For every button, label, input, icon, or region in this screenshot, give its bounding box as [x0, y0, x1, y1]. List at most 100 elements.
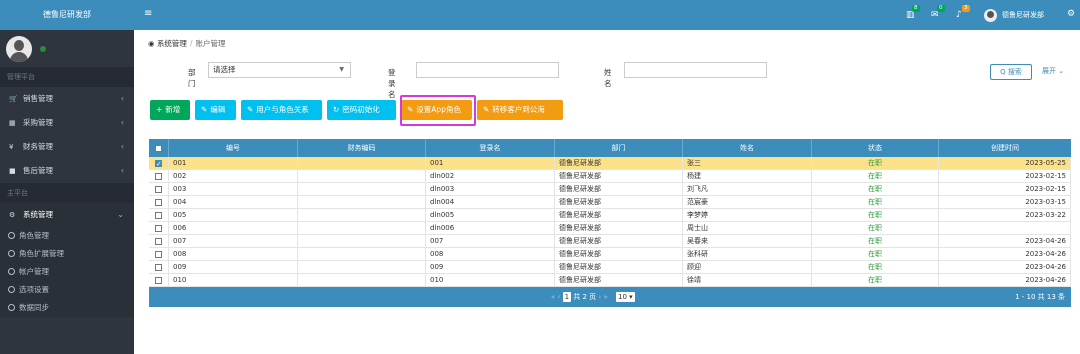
table-cell-login: dln004 — [426, 196, 555, 209]
user-role-button[interactable]: ✎ 用户与角色关系 — [241, 100, 322, 120]
yen-icon: ¥ — [9, 143, 14, 151]
sidebar-item-system[interactable]: ⚙ 系统管理 ⌄ — [0, 203, 134, 227]
sidebar-item-label: 系统管理 — [23, 210, 53, 219]
table-cell-name: 徐靖 — [683, 274, 812, 287]
bell-icon[interactable]: ♪ 3 — [956, 5, 970, 20]
row-checkbox[interactable] — [155, 276, 162, 284]
row-checkbox[interactable] — [155, 224, 162, 232]
breadcrumb-root[interactable]: 系统管理 — [157, 39, 187, 48]
cart-icon: 🛒 — [9, 95, 18, 103]
table-cell-id: 009 — [169, 261, 298, 274]
sidebar-group-label: 主平台 — [0, 183, 134, 203]
add-button[interactable]: + 新增 — [150, 100, 190, 120]
last-page-icon[interactable]: » — [603, 293, 607, 301]
first-page-icon[interactable]: « — [551, 293, 555, 301]
sidebar-item-label: 采购管理 — [23, 118, 53, 127]
column-header[interactable]: 创建时间 — [939, 139, 1071, 157]
user-role-label: 用户与角色关系 — [256, 105, 309, 114]
table-row[interactable]: 009 009 德鲁尼研发部 顾迎 在职 2023-04-26 — [149, 261, 1071, 274]
table-cell-id: 001 — [169, 157, 298, 170]
table-row[interactable]: 007 007 德鲁尼研发部 吴春来 在职 2023-04-26 — [149, 235, 1071, 248]
edit-button[interactable]: ✎ 编辑 — [195, 100, 236, 120]
table-row[interactable]: 001001德鲁尼研发部张三在职2023-05-25 — [149, 157, 1071, 170]
row-select-cell — [149, 170, 169, 183]
table-cell-login: dln005 — [426, 209, 555, 222]
sidebar-subitem-account[interactable]: 帐户管理 — [0, 263, 134, 281]
table-row[interactable]: 002 dln002 德鲁尼研发部 杨建 在职 2023-02-15 — [149, 170, 1071, 183]
expand-link[interactable]: 展开 ⌄ — [1042, 66, 1064, 76]
table-cell-status: 在职 — [812, 209, 939, 222]
table-cell-name: 刘飞凡 — [683, 183, 812, 196]
chevron-left-icon: ‹ — [120, 142, 124, 151]
row-checkbox[interactable] — [155, 250, 162, 258]
name-input[interactable] — [624, 62, 767, 78]
table-cell-login: dln006 — [426, 222, 555, 235]
select-all-checkbox[interactable] — [155, 144, 162, 152]
sidebar-item-purchase[interactable]: ▦ 采购管理 ‹ — [0, 111, 134, 135]
table-row[interactable]: 005 dln005 德鲁尼研发部 李梦婷 在职 2023-03-22 — [149, 209, 1071, 222]
sidebar-subitem-role[interactable]: 角色管理 — [0, 227, 134, 245]
next-page-icon[interactable]: › — [598, 293, 601, 301]
column-header[interactable]: 财务编码 — [298, 139, 426, 157]
page-number-input[interactable]: 1 — [562, 292, 572, 302]
column-header[interactable]: 状态 — [812, 139, 939, 157]
sidebar-item-finance[interactable]: ¥ 财务管理 ‹ — [0, 135, 134, 159]
sidebar-subitem-sync[interactable]: 数据同步 — [0, 299, 134, 317]
table-cell-created: 2023-04-26 — [939, 274, 1071, 287]
row-checkbox[interactable] — [155, 198, 162, 206]
row-select-cell — [149, 248, 169, 261]
column-header[interactable]: 部门 — [555, 139, 683, 157]
table-cell-created: 2023-02-15 — [939, 170, 1071, 183]
table-row[interactable]: 003 dln003 德鲁尼研发部 刘飞凡 在职 2023-02-15 — [149, 183, 1071, 196]
row-checkbox[interactable] — [155, 185, 162, 193]
table-cell-login: 010 — [426, 274, 555, 287]
mail-icon[interactable]: ✉ 0 — [931, 5, 945, 20]
table-cell-login: 009 — [426, 261, 555, 274]
highlight-box — [400, 95, 476, 126]
chevron-left-icon: ‹ — [120, 166, 124, 175]
table-row[interactable]: 006 dln006 德鲁尼研发部 周士山 在职 — [149, 222, 1071, 235]
sidebar-item-aftersales[interactable]: ■ 售后管理 ‹ — [0, 159, 134, 183]
dept-select[interactable]: 请选择 ▼ — [208, 62, 351, 78]
pagination-info: 1 - 10 共 13 条 — [1015, 293, 1065, 301]
avatar[interactable] — [6, 36, 32, 62]
gears-icon[interactable]: ⚙ — [1067, 9, 1075, 19]
row-checkbox[interactable] — [155, 263, 162, 271]
column-header[interactable]: 姓名 — [683, 139, 812, 157]
row-select-cell — [149, 235, 169, 248]
table-row[interactable]: 008 008 德鲁尼研发部 张科研 在职 2023-04-26 — [149, 248, 1071, 261]
table-cell-id: 002 — [169, 170, 298, 183]
sidebar-item-sales[interactable]: 🛒 销售管理 ‹ — [0, 87, 134, 111]
column-header[interactable]: 登录名 — [426, 139, 555, 157]
expand-label: 展开 — [1042, 67, 1056, 75]
menu-toggle-icon[interactable]: ≡ — [144, 9, 152, 19]
table-cell-id: 003 — [169, 183, 298, 196]
row-checkbox[interactable] — [155, 172, 162, 180]
top-navbar: ≡ ▥ 8 ✉ 0 ♪ 3 德鲁尼研发部 ⚙ — [134, 0, 1080, 30]
table-cell-status: 在职 — [812, 222, 939, 235]
briefcase-icon: ■ — [9, 167, 16, 175]
dept-label: 部门 — [188, 68, 196, 88]
select-all-cell — [149, 139, 169, 157]
table-row[interactable]: 004 dln004 德鲁尼研发部 范宸豪 在职 2023-03-15 — [149, 196, 1071, 209]
transfer-customer-button[interactable]: ✎ 转移客户到公海 — [477, 100, 563, 120]
circle-icon — [8, 304, 15, 311]
row-checkbox[interactable] — [155, 158, 162, 170]
table-row[interactable]: 010 010 德鲁尼研发部 徐靖 在职 2023-04-26 — [149, 274, 1071, 287]
sidebar-subitem-role-ext[interactable]: 角色扩展管理 — [0, 245, 134, 263]
search-button[interactable]: Q 搜索 — [990, 64, 1032, 80]
prev-page-icon[interactable]: ‹ — [558, 293, 561, 301]
page-size-select[interactable]: 10 ▾ — [616, 292, 635, 302]
row-checkbox[interactable] — [155, 237, 162, 245]
sidebar-subitem-options[interactable]: 选项设置 — [0, 281, 134, 299]
login-name-input[interactable] — [416, 62, 559, 78]
table-cell-status: 在职 — [812, 183, 939, 196]
user-menu[interactable]: 德鲁尼研发部 — [984, 8, 1044, 22]
table-cell-fin — [298, 170, 426, 183]
row-checkbox[interactable] — [155, 211, 162, 219]
reset-password-button[interactable]: ↻ 密码初始化 — [327, 100, 396, 120]
table-cell-dept: 德鲁尼研发部 — [555, 157, 683, 170]
column-header[interactable]: 编号 — [169, 139, 298, 157]
table-cell-created: 2023-04-26 — [939, 248, 1071, 261]
tasks-icon[interactable]: ▥ 8 — [906, 5, 920, 20]
